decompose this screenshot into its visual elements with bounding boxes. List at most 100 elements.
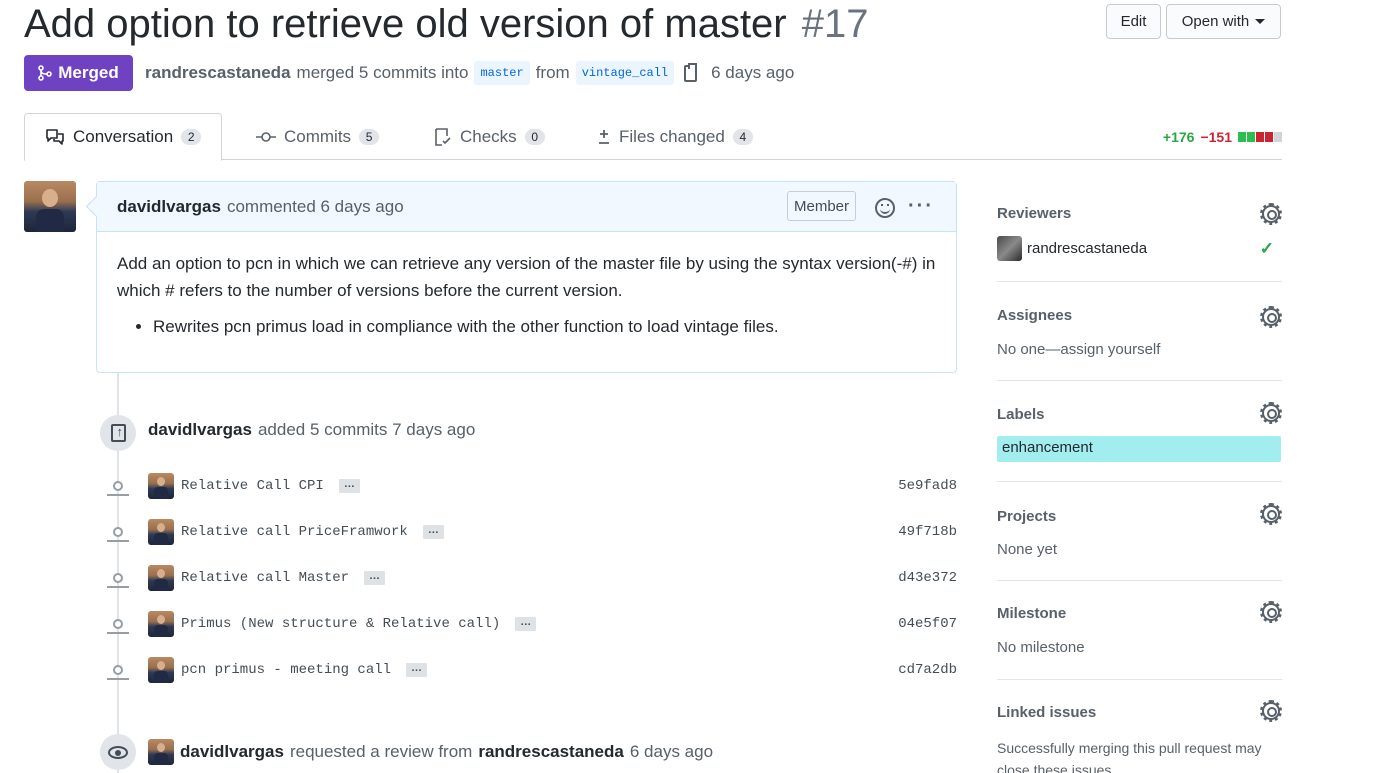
linked-issues-value: Successfully merging this pull request m…: [997, 740, 1262, 773]
linked-issues-title: Linked issues: [997, 704, 1097, 721]
avatar[interactable]: [148, 611, 174, 637]
commit-sha[interactable]: 04e5f07: [898, 616, 957, 632]
eye-icon: [108, 745, 128, 759]
git-merge-icon: [38, 65, 53, 81]
tab-commits-count: 5: [359, 128, 380, 145]
gear-icon[interactable]: [1260, 203, 1282, 225]
comment-box: davidlvargas commented 6 days ago Member…: [96, 181, 957, 373]
diffstat-blocks: [1238, 132, 1282, 142]
comment-meta: commented 6 days ago: [226, 196, 404, 216]
commit-sha[interactable]: 5e9fad8: [898, 478, 957, 494]
tab-conversation-label: Conversation: [73, 127, 174, 146]
git-commit-icon: [256, 131, 276, 142]
tab-files-changed-label: Files changed: [619, 126, 725, 146]
clipboard-icon[interactable]: [684, 62, 698, 82]
open-with-button[interactable]: Open with: [1166, 4, 1281, 39]
commit-sha[interactable]: d43e372: [898, 570, 957, 586]
assignees-value[interactable]: No one—assign yourself: [997, 341, 1160, 358]
sidebar-linked-issues: Linked issues Successfully merging this …: [997, 680, 1282, 773]
git-commit-icon: [105, 481, 131, 496]
review-requested-event: davidlvargas requested a review from ran…: [148, 739, 713, 765]
milestone-value: No milestone: [997, 639, 1085, 656]
review-event-text: requested a review from: [289, 742, 473, 761]
commit-message[interactable]: Relative Call CPI: [181, 478, 324, 494]
avatar: [997, 236, 1022, 261]
base-branch[interactable]: master: [474, 61, 530, 85]
event-author-link[interactable]: davidlvargas: [148, 420, 252, 440]
commit-row: Relative Call CPI … 5e9fad8: [105, 472, 957, 500]
tab-checks[interactable]: Checks 0: [434, 113, 545, 160]
diff-icon: [599, 129, 609, 144]
avatar[interactable]: [148, 657, 174, 683]
more-options-icon[interactable]: ···: [908, 195, 934, 218]
push-badge: [100, 415, 136, 451]
reviewers-title: Reviewers: [997, 205, 1072, 222]
git-commit-icon: [105, 619, 131, 634]
merged-state-badge: Merged: [24, 55, 133, 91]
commit-message[interactable]: Relative call PriceFramwork: [181, 524, 408, 540]
tab-checks-label: Checks: [460, 126, 517, 146]
avatar[interactable]: [148, 519, 174, 545]
gear-icon[interactable]: [1260, 402, 1282, 424]
merge-meta: randrescastaneda merged 5 commits into m…: [145, 58, 794, 88]
reviewer-item[interactable]: randrescastaneda: [997, 236, 1147, 261]
gear-icon[interactable]: [1260, 306, 1282, 328]
tab-commits[interactable]: Commits 5: [256, 113, 380, 160]
from-text: from: [535, 63, 570, 82]
expand-commit-button[interactable]: …: [338, 479, 360, 493]
comment-header: davidlvargas commented 6 days ago Member…: [97, 182, 956, 232]
add-reaction-icon[interactable]: [875, 198, 895, 218]
reviewer-name: randrescastaneda: [1027, 240, 1148, 257]
commits-added-event: davidlvargas added 5 commits 7 days ago: [148, 420, 475, 440]
commit-sha[interactable]: cd7a2db: [898, 662, 957, 678]
comment-bullet: Rewrites pcn primus load in compliance w…: [153, 313, 936, 340]
label-enhancement[interactable]: enhancement: [997, 436, 1281, 462]
projects-title: Projects: [997, 508, 1057, 525]
review-badge: [100, 734, 136, 770]
tab-files-changed-count: 4: [732, 128, 753, 145]
comment-author-link[interactable]: davidlvargas: [117, 197, 221, 217]
commit-message[interactable]: Relative call Master: [181, 570, 349, 586]
comment-paragraph: Add an option to pcn in which we can ret…: [117, 254, 936, 300]
avatar[interactable]: [148, 739, 174, 765]
expand-commit-button[interactable]: …: [422, 525, 444, 539]
commit-sha[interactable]: 49f718b: [898, 524, 957, 540]
merge-time: 6 days ago: [711, 63, 795, 82]
expand-commit-button[interactable]: …: [406, 663, 428, 677]
member-badge: Member: [787, 191, 857, 221]
commit-message[interactable]: pcn primus - meeting call: [181, 662, 391, 678]
diff-additions: +176: [1162, 129, 1195, 145]
sidebar-projects: Projects None yet: [997, 482, 1282, 581]
assignees-title: Assignees: [997, 307, 1073, 324]
diff-block-added: [1247, 132, 1255, 142]
edit-button[interactable]: Edit: [1106, 4, 1161, 39]
avatar[interactable]: [148, 473, 174, 499]
merge-action-text: merged 5 commits into: [296, 63, 469, 82]
git-commit-icon: [105, 665, 131, 680]
commit-row: Relative call Master … d43e372: [105, 564, 957, 592]
tab-conversation[interactable]: Conversation 2: [24, 113, 223, 161]
expand-commit-button[interactable]: …: [515, 617, 537, 631]
gear-icon[interactable]: [1260, 503, 1282, 525]
reviewer-link[interactable]: randrescastaneda: [478, 742, 624, 762]
sidebar-assignees: Assignees No one—assign yourself: [997, 282, 1282, 381]
merger-link[interactable]: randrescastaneda: [145, 63, 291, 83]
diff-block-deleted: [1265, 132, 1273, 142]
gear-icon[interactable]: [1260, 700, 1282, 722]
tab-files-changed[interactable]: Files changed 4: [597, 113, 753, 160]
commit-message[interactable]: Primus (New structure & Relative call): [181, 616, 500, 632]
sidebar-milestone: Milestone No milestone: [997, 581, 1282, 680]
avatar[interactable]: [24, 181, 76, 232]
head-branch[interactable]: vintage_call: [575, 61, 675, 85]
milestone-title: Milestone: [997, 605, 1067, 622]
avatar[interactable]: [148, 565, 174, 591]
state-label: Merged: [58, 63, 119, 82]
checklist-icon: [435, 127, 451, 146]
expand-commit-button[interactable]: …: [364, 571, 386, 585]
commit-row: Primus (New structure & Relative call) … 0…: [105, 610, 957, 638]
projects-value: None yet: [997, 541, 1058, 558]
comment-discussion-icon: [46, 129, 64, 145]
event-author-link[interactable]: davidlvargas: [180, 742, 284, 762]
gear-icon[interactable]: [1260, 601, 1282, 623]
diff-deletions: −151: [1200, 129, 1232, 145]
